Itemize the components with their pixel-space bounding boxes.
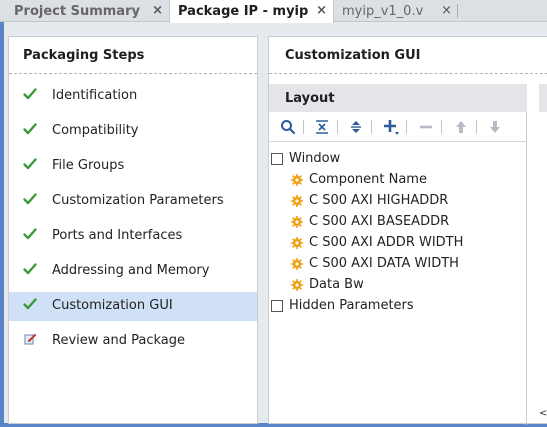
close-icon[interactable]: × <box>316 3 327 18</box>
tree-item-baseaddr[interactable]: C S00 AXI BASEADDR <box>291 211 449 232</box>
step-compatibility[interactable]: Compatibility <box>9 117 257 146</box>
tab-bar: Project Summary × Package IP - myip × my… <box>0 0 547 23</box>
move-down-icon[interactable] <box>486 118 504 136</box>
tree-label: Component Name <box>309 172 427 187</box>
tab-project-summary[interactable]: Project Summary × <box>6 0 169 22</box>
layout-toolbar <box>269 112 527 142</box>
layout-title: Layout <box>285 91 335 106</box>
tree-label: C S00 AXI BASEADDR <box>309 214 450 229</box>
tab-myip-v1-0[interactable]: myip_v1_0.v × <box>334 0 458 22</box>
tree-label: C S00 AXI DATA WIDTH <box>309 256 459 271</box>
check-icon <box>23 158 37 170</box>
step-label: Customization Parameters <box>52 193 224 208</box>
step-label: File Groups <box>52 158 125 173</box>
step-label: Review and Package <box>52 333 185 348</box>
step-label: Identification <box>52 88 138 103</box>
step-identification[interactable]: Identification <box>9 82 257 111</box>
gear-icon <box>291 173 303 186</box>
toolbar-divider <box>303 120 304 134</box>
tree-item-data-bw[interactable]: Data Bw <box>291 274 364 295</box>
tree-label: Data Bw <box>309 277 364 292</box>
tree-item-highaddr[interactable]: C S00 AXI HIGHADDR <box>291 190 448 211</box>
layout-header: Layout <box>269 84 527 112</box>
check-icon <box>23 228 37 240</box>
customization-gui-panel: Customization GUI Layout Window Componen… <box>268 36 547 425</box>
tree-item-data-width[interactable]: C S00 AXI DATA WIDTH <box>291 253 459 274</box>
tab-package-ip[interactable]: Package IP - myip × <box>169 0 334 23</box>
gear-icon <box>291 257 303 270</box>
panel-header: Packaging Steps <box>9 37 257 74</box>
tab-label: Package IP - myip <box>178 4 309 19</box>
step-customization-parameters[interactable]: Customization Parameters <box>9 187 257 216</box>
step-ports-and-interfaces[interactable]: Ports and Interfaces <box>9 222 257 251</box>
step-label: Customization GUI <box>52 298 173 313</box>
layout-pane: Layout Window Component Name C S00 AXI H… <box>269 84 527 425</box>
step-label: Compatibility <box>52 123 139 138</box>
check-icon <box>23 193 37 205</box>
gear-icon <box>291 194 303 207</box>
tree-label: C S00 AXI HIGHADDR <box>309 193 449 208</box>
search-icon[interactable] <box>279 118 297 136</box>
window-frame <box>0 22 4 427</box>
step-label: Addressing and Memory <box>52 263 210 278</box>
expand-all-icon[interactable] <box>347 118 365 136</box>
move-up-icon[interactable] <box>452 118 470 136</box>
tree-label: Window <box>289 151 341 166</box>
gear-icon <box>291 236 303 249</box>
gear-icon <box>291 215 303 228</box>
node-checkbox[interactable] <box>271 152 283 165</box>
toolbar-divider <box>441 120 442 134</box>
scroll-left-icon[interactable]: < <box>539 408 547 419</box>
step-file-groups[interactable]: File Groups <box>9 152 257 181</box>
step-label: Ports and Interfaces <box>52 228 183 243</box>
toolbar-divider <box>337 120 338 134</box>
check-icon <box>23 263 37 275</box>
step-customization-gui[interactable]: Customization GUI <box>9 292 257 321</box>
step-review-and-package[interactable]: Review and Package <box>9 327 257 356</box>
step-addressing-and-memory[interactable]: Addressing and Memory <box>9 257 257 286</box>
tree-item-component-name[interactable]: Component Name <box>291 169 427 190</box>
tree-item-addr-width[interactable]: C S00 AXI ADDR WIDTH <box>291 232 463 253</box>
tab-label: Project Summary <box>14 3 140 19</box>
remove-icon[interactable] <box>417 118 435 136</box>
gear-icon <box>291 278 303 291</box>
check-icon <box>23 88 37 100</box>
collapse-all-icon[interactable] <box>313 118 331 136</box>
panel-header: Customization GUI <box>269 37 547 74</box>
panel-title: Customization GUI <box>285 48 421 63</box>
tab-label: myip_v1_0.v <box>342 3 424 19</box>
preview-header-stub <box>539 84 547 112</box>
edit-page-icon <box>24 334 36 345</box>
toolbar-divider <box>371 120 372 134</box>
check-icon <box>23 298 37 310</box>
tab-divider <box>457 4 458 18</box>
toolbar-divider <box>476 120 477 134</box>
close-icon[interactable]: × <box>441 3 452 18</box>
packaging-steps-panel: Packaging Steps Identification Compatibi… <box>8 36 258 424</box>
panel-title: Packaging Steps <box>23 48 145 63</box>
check-icon <box>23 123 37 135</box>
tree-label: C S00 AXI ADDR WIDTH <box>309 235 464 250</box>
tree-node-hidden-parameters[interactable]: Hidden Parameters <box>271 295 414 316</box>
tree-node-window[interactable]: Window <box>271 148 340 169</box>
toolbar-divider <box>406 120 407 134</box>
add-icon[interactable] <box>382 118 400 136</box>
tree-label: Hidden Parameters <box>289 298 414 313</box>
close-icon[interactable]: × <box>152 3 163 18</box>
node-checkbox[interactable] <box>271 299 283 312</box>
